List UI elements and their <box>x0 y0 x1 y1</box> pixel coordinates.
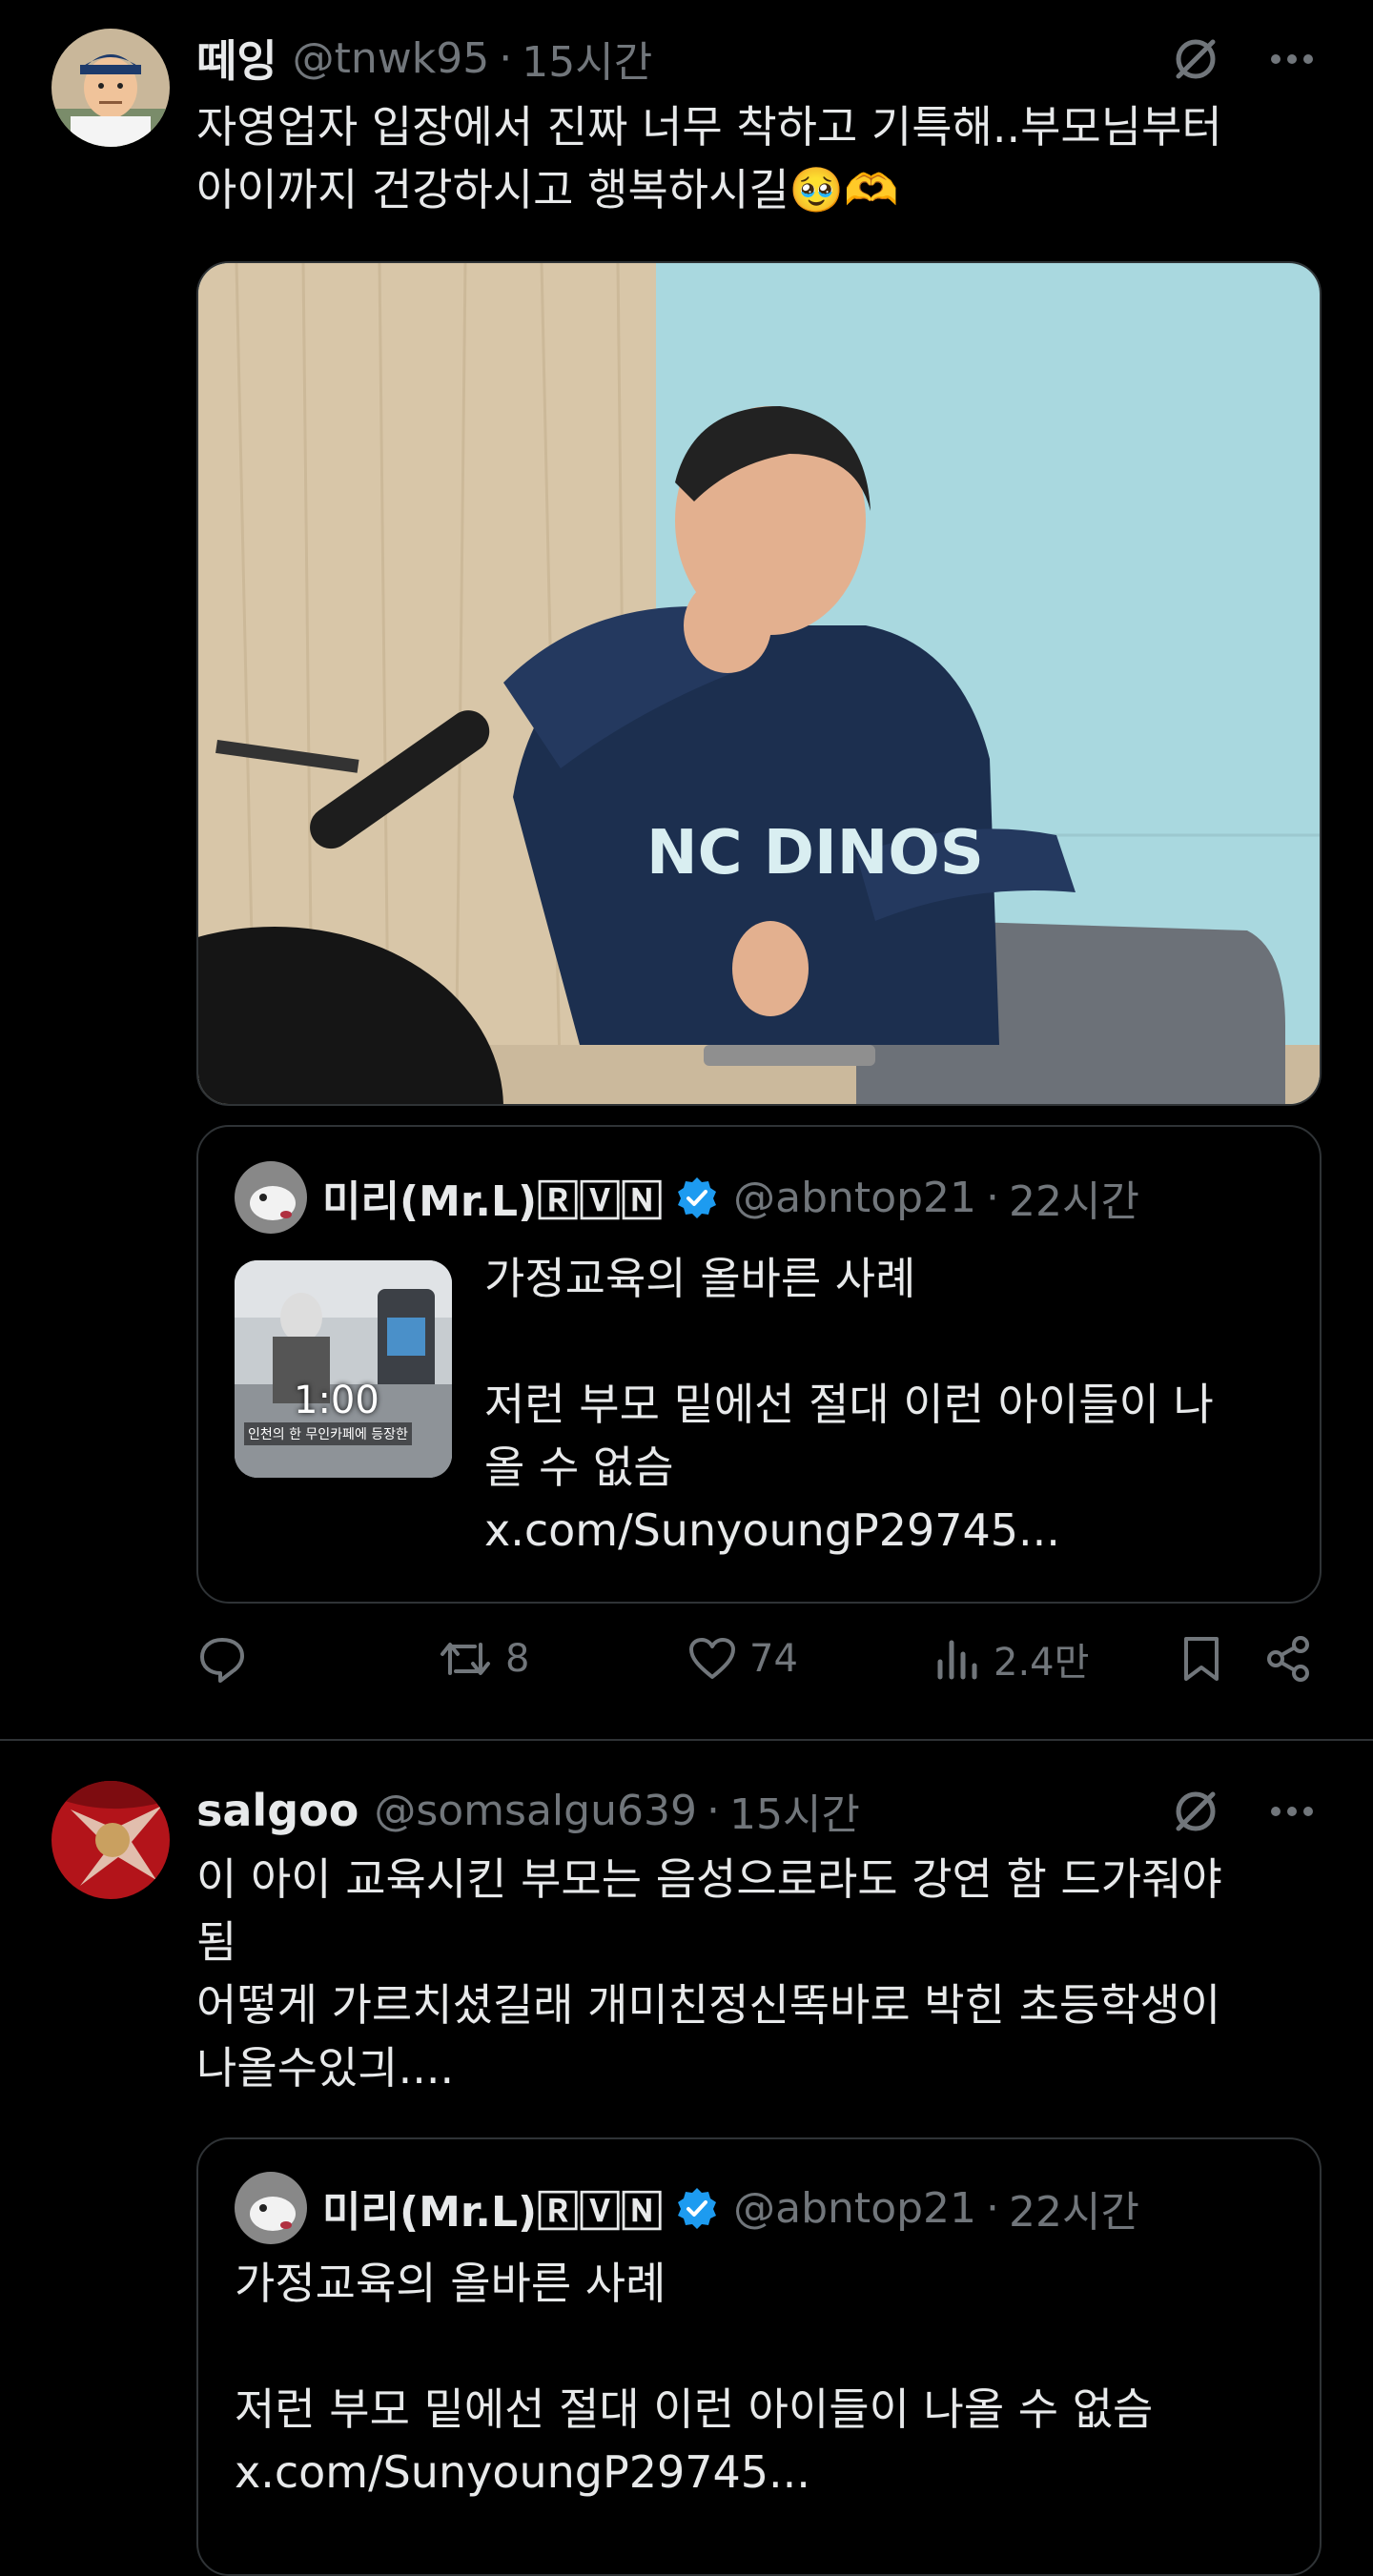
video-duration: 1:00 <box>294 1379 379 1422</box>
separator-dot: · <box>499 33 513 83</box>
quote-timestamp: 22시간 <box>1009 1177 1139 1226</box>
like-count: 74 <box>749 1637 798 1681</box>
views-button[interactable]: 2.4만 <box>934 1621 1089 1697</box>
reply-icon <box>196 1633 248 1685</box>
separator-dot: · <box>986 1173 1000 1222</box>
verified-icon <box>674 2185 720 2231</box>
quoted-tweet[interactable]: 미리(Mr.L)🅁🅅🄽 @abntop21 · 22시간 가정교육의 올바른 사… <box>196 2137 1322 2576</box>
quote-avatar <box>235 2172 307 2244</box>
quote-author-name: 미리(Mr.L)🅁🅅🄽 <box>322 1177 664 1226</box>
quote-avatar <box>235 1161 307 1234</box>
separator-dot: · <box>986 2183 1000 2233</box>
timestamp[interactable]: 15시간 <box>522 28 652 89</box>
tweet[interactable]: 떼잉 @tnwk95 · 15시간 자영업자 입장에서 진짜 너무 착하고 기특… <box>0 0 1373 1739</box>
bookmark-button[interactable] <box>1178 1621 1224 1697</box>
grok-icon[interactable] <box>1169 1785 1222 1838</box>
avatar[interactable] <box>51 1781 170 1899</box>
avatar[interactable] <box>51 29 170 147</box>
thumbnail-caption: 인천의 한 무인카페에 등장한 <box>244 1422 412 1445</box>
repost-count: 8 <box>505 1637 530 1681</box>
author-name[interactable]: 떼잉 <box>196 27 277 90</box>
tweet-actions: 8 74 2.4만 <box>196 1621 1322 1697</box>
author-handle[interactable]: @somsalgu639 <box>374 1787 697 1835</box>
tweet[interactable]: salgoo @somsalgu639 · 15시간 이 아이 교육시킨 부모는… <box>0 1741 1373 2576</box>
grok-icon[interactable] <box>1169 32 1222 86</box>
more-icon[interactable] <box>1268 1802 1316 1821</box>
quote-text: 가정교육의 올바른 사례 저런 부모 밑에선 절대 이런 아이들이 나 올 수 … <box>484 1253 1214 1556</box>
author-handle[interactable]: @tnwk95 <box>293 34 490 83</box>
quote-text: 가정교육의 올바른 사례 저런 부모 밑에선 절대 이런 아이들이 나올 수 없… <box>235 2258 1154 2498</box>
repost-icon <box>437 1633 494 1685</box>
share-button[interactable] <box>1262 1621 1314 1697</box>
quote-header: 미리(Mr.L)🅁🅅🄽 @abntop21 · 22시간 <box>235 1161 1139 1234</box>
verified-icon <box>674 1175 720 1220</box>
more-icon[interactable] <box>1268 50 1316 69</box>
like-button[interactable]: 74 <box>686 1621 798 1697</box>
bookmark-icon <box>1178 1633 1224 1685</box>
quote-timestamp: 22시간 <box>1009 2188 1139 2237</box>
quote-author-name: 미리(Mr.L)🅁🅅🄽 <box>322 2188 664 2237</box>
tweet-photo[interactable]: NC DINOS <box>196 261 1322 1106</box>
video-thumbnail[interactable]: 인천의 한 무인카페에 등장한 1:00 <box>235 1260 452 1478</box>
quote-header: 미리(Mr.L)🅁🅅🄽 @abntop21 · 22시간 <box>235 2172 1139 2244</box>
view-count: 2.4만 <box>994 1641 1090 1685</box>
quoted-tweet[interactable]: 미리(Mr.L)🅁🅅🄽 @abntop21 · 22시간 인천의 한 무인카페에… <box>196 1125 1322 1604</box>
like-icon <box>686 1633 738 1685</box>
tweet-header: 떼잉 @tnwk95 · 15시간 <box>196 25 1335 92</box>
tweet-header: salgoo @somsalgu639 · 15시간 <box>196 1777 1335 1844</box>
repost-button[interactable]: 8 <box>437 1621 529 1697</box>
tweet-text: 이 아이 교육시킨 부모는 음성으로라도 강연 함 드가줘야 됨 어떻게 가르치… <box>196 1853 1222 2094</box>
timestamp[interactable]: 15시간 <box>729 1780 860 1841</box>
svg-text:NC DINOS: NC DINOS <box>646 818 984 889</box>
separator-dot: · <box>706 1786 720 1835</box>
tweet-text: 자영업자 입장에서 진짜 너무 착하고 기특해..부모님부터 아이까지 건강하시… <box>196 101 1222 215</box>
quote-author-handle: @abntop21 <box>733 2183 977 2233</box>
author-name[interactable]: salgoo <box>196 1785 359 1836</box>
quote-author-handle: @abntop21 <box>733 1173 977 1222</box>
share-icon <box>1262 1633 1314 1685</box>
views-icon <box>934 1633 982 1685</box>
reply-button[interactable] <box>196 1621 259 1697</box>
